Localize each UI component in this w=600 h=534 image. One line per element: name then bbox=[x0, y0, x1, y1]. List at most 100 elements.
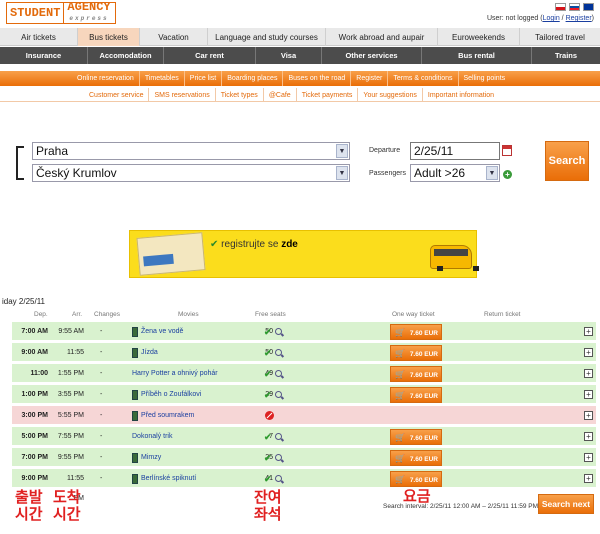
departure-date-input[interactable]: 2/25/11 bbox=[410, 142, 500, 160]
movie-title[interactable]: Harry Potter a ohnivý pohár bbox=[132, 364, 218, 384]
table-row[interactable]: 5:00 PM 7:55 PM - Dokonalý trik 7 ✔ 🛒 7.60 EUR + bbox=[12, 427, 596, 447]
expand-icon[interactable]: + bbox=[584, 369, 593, 378]
nav-boarding-places[interactable]: Boarding places bbox=[222, 71, 284, 86]
tab-language-courses[interactable]: Language and study courses bbox=[208, 28, 326, 46]
table-row[interactable]: 7:00 PM 9:55 PM - Mimzy 25 ✔ 🛒 7.60 EUR + bbox=[12, 448, 596, 468]
movie[interactable]: Mimzy bbox=[132, 448, 161, 468]
expand-icon[interactable]: + bbox=[584, 453, 593, 462]
movie-title[interactable]: Příběh o Zoufálkovi bbox=[141, 385, 201, 405]
nav-terms[interactable]: Terms & conditions bbox=[388, 71, 459, 86]
movie-title[interactable]: Berlínské spiknutí bbox=[141, 469, 196, 489]
chevron-down-icon[interactable]: ▼ bbox=[336, 166, 348, 180]
nav-other-services[interactable]: Other services bbox=[322, 47, 422, 64]
cart-icon: 🛒 bbox=[395, 433, 405, 442]
expand-icon[interactable]: + bbox=[584, 411, 593, 420]
movie-title[interactable]: Jízda bbox=[141, 343, 158, 363]
nav-timetables[interactable]: Timetables bbox=[140, 71, 185, 86]
one-way-price-button[interactable]: 🛒 7.60 EUR bbox=[390, 387, 442, 403]
add-passenger-icon[interactable]: + bbox=[503, 170, 512, 179]
nav-selling-points[interactable]: Selling points bbox=[459, 71, 511, 86]
movie[interactable]: Dokonalý trik bbox=[132, 427, 172, 447]
table-row[interactable]: 3:00 PM5:55 PM-Před soumrakem0+ bbox=[12, 406, 596, 426]
slovak-flag-icon[interactable] bbox=[569, 3, 580, 11]
nav-register[interactable]: Register bbox=[351, 71, 389, 86]
passengers-select[interactable]: Adult >26 ▼ bbox=[410, 164, 500, 182]
cart-icon: 🛒 bbox=[395, 391, 405, 400]
nav-sms-reservations[interactable]: SMS reservations bbox=[149, 88, 216, 102]
tab-euroweekends[interactable]: Euroweekends bbox=[438, 28, 520, 46]
table-row[interactable]: 11:00 AM 1:55 PM - Harry Potter a ohnivý po… bbox=[12, 364, 596, 397]
movie[interactable]: Jízda bbox=[132, 343, 158, 363]
logo-sub-text: express bbox=[69, 15, 109, 22]
nav-customer-service[interactable]: Customer service bbox=[84, 88, 150, 102]
expand-icon[interactable]: + bbox=[584, 348, 593, 357]
table-row[interactable]: 7:00 AM 9:55 AM - Žena ve vodě 50 ✔ 🛒 7.60 EUR + bbox=[12, 322, 596, 342]
expand-icon[interactable]: + bbox=[584, 327, 593, 336]
one-way-price-button[interactable]: 🛒 7.60 EUR bbox=[390, 366, 442, 382]
nav-important-info[interactable]: Important information bbox=[423, 88, 499, 102]
search-next-button[interactable]: Search next bbox=[538, 494, 594, 514]
tab-work-abroad[interactable]: Work abroad and aupair bbox=[326, 28, 438, 46]
magnifier-icon[interactable] bbox=[275, 391, 282, 398]
movie[interactable]: Příběh o Zoufálkovi bbox=[132, 385, 201, 405]
nav-online-reservation[interactable]: Online reservation bbox=[72, 71, 140, 86]
calendar-icon[interactable] bbox=[502, 145, 512, 156]
magnifier-icon[interactable] bbox=[275, 454, 282, 461]
changes: - bbox=[100, 412, 103, 419]
movie-title[interactable]: Před soumrakem bbox=[141, 406, 194, 426]
expand-icon[interactable]: + bbox=[584, 390, 593, 399]
register-link[interactable]: Register bbox=[566, 15, 592, 22]
swap-route-icon[interactable] bbox=[16, 146, 24, 180]
magnifier-icon[interactable] bbox=[275, 349, 282, 356]
magnifier-icon[interactable] bbox=[275, 475, 282, 482]
expand-icon[interactable]: + bbox=[584, 432, 593, 441]
czech-flag-icon[interactable] bbox=[555, 3, 566, 11]
nav-buses-on-road[interactable]: Buses on the road bbox=[283, 71, 352, 86]
movie[interactable]: Harry Potter a ohnivý pohár bbox=[132, 364, 218, 384]
promo-banner[interactable]: ✔ registrujte se zde bbox=[129, 230, 479, 278]
eu-flag-icon[interactable] bbox=[583, 3, 594, 11]
nav-insurance[interactable]: Insurance bbox=[0, 47, 88, 64]
one-way-price-button[interactable]: 🛒 7.60 EUR bbox=[390, 324, 442, 340]
movie[interactable]: Berlínské spiknutí bbox=[132, 469, 196, 489]
tab-vacation[interactable]: Vacation bbox=[140, 28, 208, 46]
one-way-price-button[interactable]: 🛒 7.60 EUR bbox=[390, 450, 442, 466]
movie[interactable]: Žena ve vodě bbox=[132, 322, 183, 342]
table-row[interactable]: 9:00 PM 11:55 PM - Berlínské spiknutí 41 ✔ 🛒 7.… bbox=[12, 469, 596, 502]
changes: - bbox=[100, 454, 103, 461]
nav-bus-rental[interactable]: Bus rental bbox=[422, 47, 532, 64]
to-select[interactable]: Český Krumlov ▼ bbox=[32, 164, 350, 182]
movie[interactable]: Před soumrakem bbox=[132, 406, 194, 426]
nav-ticket-types[interactable]: Ticket types bbox=[216, 88, 264, 102]
nav-ticket-payments[interactable]: Ticket payments bbox=[297, 88, 359, 102]
nav-your-suggestions[interactable]: Your suggestions bbox=[358, 88, 423, 102]
tab-bus-tickets[interactable]: Bus tickets bbox=[78, 28, 140, 46]
magnifier-icon[interactable] bbox=[275, 328, 282, 335]
movie-title[interactable]: Žena ve vodě bbox=[141, 322, 183, 342]
chevron-down-icon[interactable]: ▼ bbox=[486, 166, 498, 180]
nav-visa[interactable]: Visa bbox=[256, 47, 322, 64]
nav-trains[interactable]: Trains bbox=[532, 47, 600, 64]
nav-cafe[interactable]: @Cafe bbox=[264, 88, 297, 102]
one-way-price-button[interactable]: 🛒 7.60 EUR bbox=[390, 429, 442, 445]
tab-tailored-travel[interactable]: Tailored travel bbox=[520, 28, 600, 46]
chevron-down-icon[interactable]: ▼ bbox=[336, 144, 348, 158]
magnifier-icon[interactable] bbox=[275, 370, 282, 377]
magnifier-icon[interactable] bbox=[275, 433, 282, 440]
one-way-price-button[interactable]: 🛒 7.60 EUR bbox=[390, 471, 442, 487]
tab-air-tickets[interactable]: Air tickets bbox=[0, 28, 78, 46]
table-row[interactable]: 9:00 AM11:55 AM-Jízda50✔🛒7.60 EUR+ bbox=[12, 343, 596, 376]
login-link[interactable]: Login bbox=[543, 15, 560, 22]
table-row[interactable]: 1:00 PM 3:55 PM - Příběh o Zoufálkovi 29 ✔ 🛒 7.… bbox=[12, 385, 596, 405]
services-nav: Insurance Accomodation Car rent Visa Oth… bbox=[0, 47, 600, 64]
movie-title[interactable]: Dokonalý trik bbox=[132, 427, 172, 447]
nav-accomodation[interactable]: Accomodation bbox=[88, 47, 164, 64]
logo[interactable]: STUDENT AGENCY express bbox=[6, 1, 116, 24]
from-select[interactable]: Praha ▼ bbox=[32, 142, 350, 160]
one-way-price-button[interactable]: 🛒 7.60 EUR bbox=[390, 345, 442, 361]
movie-title[interactable]: Mimzy bbox=[141, 448, 161, 468]
search-button[interactable]: Search bbox=[545, 141, 589, 181]
expand-icon[interactable]: + bbox=[584, 474, 593, 483]
nav-car-rent[interactable]: Car rent bbox=[164, 47, 256, 64]
nav-price-list[interactable]: Price list bbox=[185, 71, 223, 86]
